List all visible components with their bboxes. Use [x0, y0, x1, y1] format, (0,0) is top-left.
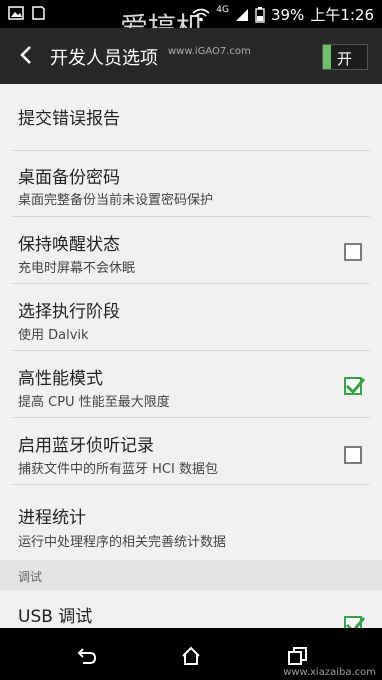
recent-apps-icon[interactable]	[286, 644, 310, 668]
item-subtitle: 使用 Dalvik	[18, 328, 89, 343]
toggle-label: 开	[337, 50, 353, 68]
bluetooth-hci-log-checkbox[interactable]	[344, 446, 362, 464]
back-icon[interactable]	[74, 644, 98, 668]
item-subtitle: 运行中处理程序的相关完善统计数据	[18, 535, 227, 550]
signal-icon	[235, 8, 248, 21]
watermark-bottom: www.xiazaiba.com	[283, 667, 376, 678]
item-title: 进程统计	[18, 508, 86, 528]
section-title: 调试	[18, 570, 43, 584]
list-item-high-performance[interactable]: 高性能模式 提高 CPU 性能至最大限度	[0, 351, 382, 417]
back-arrow-icon[interactable]	[14, 42, 40, 68]
battery-icon	[255, 6, 265, 23]
item-title: 高性能模式	[18, 369, 103, 389]
home-icon[interactable]	[179, 644, 203, 668]
item-title: 选择执行阶段	[18, 302, 120, 322]
watermark-url: www.iGAO7.com	[168, 46, 251, 57]
item-title: 保持唤醒状态	[18, 235, 120, 255]
list-item-stay-awake[interactable]: 保持唤醒状态 充电时屏幕不会休眠	[0, 217, 382, 283]
image-icon	[8, 6, 24, 20]
developer-options-toggle[interactable]: 开	[322, 44, 368, 70]
list-item-usb-debugging[interactable]: USB 调试	[0, 590, 382, 634]
app-bar: 开发人员选项 www.iGAO7.com 开	[0, 28, 382, 84]
sd-card-icon	[32, 6, 45, 20]
list-item-process-stats[interactable]: 进程统计 运行中处理程序的相关完善统计数据	[0, 485, 382, 551]
page-title: 开发人员选项	[50, 48, 158, 69]
high-performance-checkbox[interactable]	[344, 377, 366, 395]
list-item-bug-report[interactable]: 提交错误报告	[0, 84, 382, 150]
status-bar: 爱搞机 4G 39% 上午1:26	[0, 0, 382, 44]
item-subtitle: 提高 CPU 性能至最大限度	[18, 395, 170, 410]
item-title: 启用蓝牙侦听记录	[18, 436, 154, 456]
item-subtitle: 桌面完整备份当前未设置密码保护	[18, 193, 214, 208]
status-right: 4G 39% 上午1:26	[192, 4, 374, 25]
battery-percent: 39%	[270, 5, 305, 24]
item-subtitle: 充电时屏幕不会休眠	[18, 261, 136, 276]
clock-time: 上午1:26	[310, 6, 374, 24]
item-title: 桌面备份密码	[18, 168, 120, 188]
list-item-desktop-backup-password[interactable]: 桌面备份密码 桌面完整备份当前未设置密码保护	[0, 151, 382, 216]
network-type: 4G	[216, 4, 229, 15]
notification-icons	[8, 6, 46, 20]
item-title: 提交错误报告	[18, 109, 120, 129]
navigation-bar: www.xiazaiba.com	[0, 628, 382, 680]
item-subtitle: 捕获文件中的所有蓝牙 HCI 数据包	[18, 462, 218, 477]
list-item-bluetooth-hci-log[interactable]: 启用蓝牙侦听记录 捕获文件中的所有蓝牙 HCI 数据包	[0, 418, 382, 484]
wifi-icon	[192, 8, 210, 21]
item-title: USB 调试	[18, 607, 93, 627]
list-item-select-runtime[interactable]: 选择执行阶段 使用 Dalvik	[0, 284, 382, 350]
checkmark-icon	[345, 378, 366, 395]
stay-awake-checkbox[interactable]	[344, 243, 362, 261]
section-header-debugging: 调试	[0, 560, 382, 590]
settings-list: 提交错误报告 桌面备份密码 桌面完整备份当前未设置密码保护 保持唤醒状态 充电时…	[0, 84, 382, 634]
toggle-on-indicator	[323, 45, 331, 69]
